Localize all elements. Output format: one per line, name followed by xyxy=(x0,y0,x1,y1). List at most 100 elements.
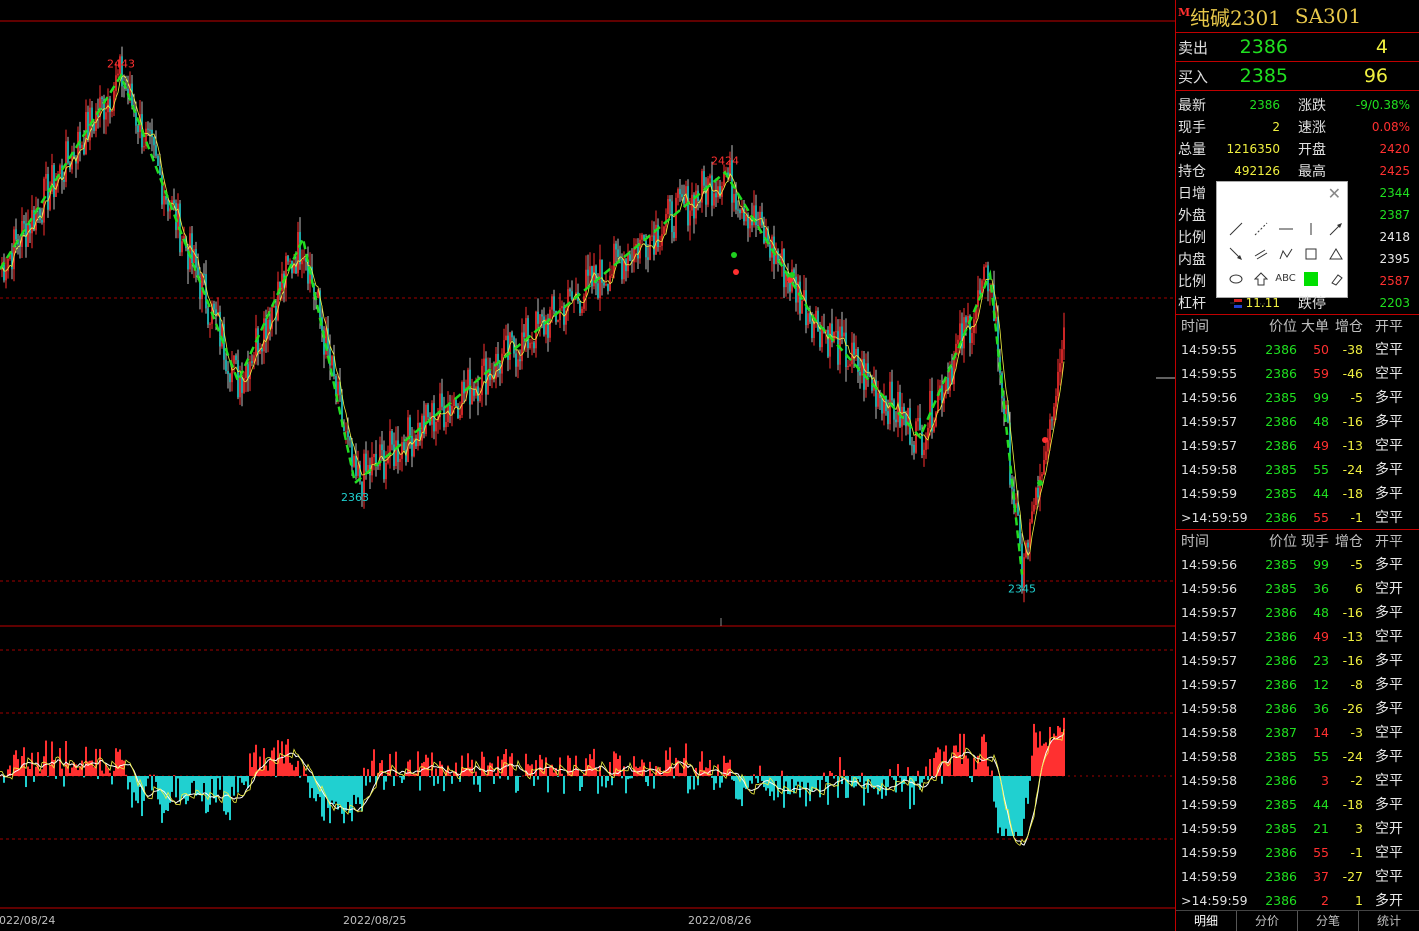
candle-body xyxy=(265,318,267,339)
macd-bar xyxy=(289,762,291,776)
table-row[interactable]: 14:59:56 2385 99 -5 多平 xyxy=(1176,385,1419,409)
macd-bar xyxy=(905,776,907,781)
table-row[interactable]: 14:59:56 2385 99 -5 多平 xyxy=(1176,552,1419,576)
macd-bar xyxy=(1051,740,1053,776)
candle-body xyxy=(917,417,919,422)
candle-body xyxy=(417,422,419,447)
candle-body xyxy=(355,455,357,476)
candle-body xyxy=(383,450,385,480)
big-order-table[interactable]: 时间 价位 大单 增仓 开平 14:59:55 2386 50 -38 空平 14:59:55 238… xyxy=(1176,314,1419,529)
macd-bar xyxy=(613,751,615,776)
table-cell: -5 xyxy=(1350,389,1363,405)
table-row[interactable]: 14:59:59 2386 55 -1 空平 xyxy=(1176,840,1419,864)
candle-body xyxy=(293,264,295,274)
candle-body xyxy=(525,318,527,338)
macd-bar xyxy=(813,776,815,789)
macd-bar xyxy=(233,776,235,796)
macd-bar xyxy=(933,757,935,776)
stat-row: 持仓 492126 最高 2425 xyxy=(1176,160,1419,182)
candlestick-chart[interactable]: 2443 2424 2363 2345 2022/08/24 2022/08/25 2022… xyxy=(0,0,1175,931)
table-row[interactable]: 14:59:59 2385 21 3 空开 xyxy=(1176,816,1419,840)
table-row[interactable]: 14:59:58 2385 55 -24 多平 xyxy=(1176,457,1419,481)
tab-3[interactable]: 统计 xyxy=(1359,911,1419,931)
table-row[interactable]: 14:59:59 2385 44 -18 多平 xyxy=(1176,792,1419,816)
macd-bar xyxy=(211,776,213,779)
table-row[interactable]: >14:59:59 2386 2 1 多开 xyxy=(1176,888,1419,912)
table-row[interactable]: 14:59:57 2386 48 -16 多平 xyxy=(1176,409,1419,433)
macd-bar xyxy=(39,773,41,776)
table-row[interactable]: 14:59:57 2386 48 -16 多平 xyxy=(1176,600,1419,624)
candle-body xyxy=(473,389,475,396)
candle-body xyxy=(1059,363,1061,372)
table-row[interactable]: 14:59:58 2387 14 -3 空平 xyxy=(1176,720,1419,744)
candle-body xyxy=(299,232,301,265)
table-row[interactable]: 14:59:56 2385 36 6 空开 xyxy=(1176,576,1419,600)
table-row[interactable]: >14:59:59 2386 55 -1 空平 xyxy=(1176,505,1419,529)
macd-bar xyxy=(205,776,207,814)
stat-value: 11.11 xyxy=(1245,296,1280,310)
candle-body xyxy=(155,145,157,156)
macd-bar xyxy=(133,776,135,793)
tab-1[interactable]: 分价 xyxy=(1237,911,1298,931)
table-cell: 2385 xyxy=(1265,389,1297,405)
table-row[interactable]: 14:59:57 2386 49 -13 空平 xyxy=(1176,433,1419,457)
macd-bar xyxy=(967,758,969,776)
table-row[interactable]: 14:59:59 2386 37 -27 空平 xyxy=(1176,864,1419,888)
macd-bar xyxy=(153,774,155,776)
macd-bar xyxy=(829,770,831,776)
candle-body xyxy=(173,200,175,204)
macd-bar xyxy=(339,776,341,805)
candle-body xyxy=(771,236,773,258)
table-row[interactable]: 14:59:58 2385 55 -24 多平 xyxy=(1176,744,1419,768)
table-row[interactable]: 14:59:59 2385 44 -18 多平 xyxy=(1176,481,1419,505)
table-row[interactable]: 14:59:58 2386 36 -26 多平 xyxy=(1176,696,1419,720)
stat-value: 0.08% xyxy=(1371,120,1410,134)
table-row[interactable]: 14:59:55 2386 50 -38 空平 xyxy=(1176,337,1419,361)
stat-label: 跌停 xyxy=(1298,296,1326,312)
table-cell: -46 xyxy=(1342,365,1363,381)
macd-bar xyxy=(749,776,751,781)
table-cell: 14:59:57 xyxy=(1181,437,1238,453)
macd-bar xyxy=(95,748,97,776)
tick-detail-table[interactable]: 时间 价位 现手 增仓 开平 14:59:56 2385 99 -5 多平 14:59:56 2385… xyxy=(1176,529,1419,912)
candle-body xyxy=(505,335,507,341)
table-row[interactable]: 14:59:55 2386 59 -46 空平 xyxy=(1176,361,1419,385)
macd-bar xyxy=(517,776,519,791)
candle-body xyxy=(675,197,677,238)
table-cell: 49 xyxy=(1313,437,1329,453)
table-cell: 2386 xyxy=(1265,892,1297,908)
table-cell: 14:59:56 xyxy=(1181,556,1238,572)
tab-0[interactable]: 明细 xyxy=(1176,911,1237,931)
table-cell: 2387 xyxy=(1265,724,1297,740)
candle-body xyxy=(855,348,857,355)
candle-body xyxy=(817,310,819,332)
macd-bar xyxy=(835,775,837,776)
table-cell: 2386 xyxy=(1265,652,1297,668)
tab-2[interactable]: 分笔 xyxy=(1298,911,1359,931)
candle-body xyxy=(143,146,145,148)
candle-body xyxy=(537,311,539,324)
candle-body xyxy=(735,193,737,210)
candle-body xyxy=(723,173,725,187)
macd-bar xyxy=(701,751,703,776)
table-row[interactable]: 14:59:57 2386 49 -13 空平 xyxy=(1176,624,1419,648)
macd-bar xyxy=(827,776,829,805)
macd-bar xyxy=(411,774,413,776)
table-row[interactable]: 14:59:58 2386 3 -2 空平 xyxy=(1176,768,1419,792)
macd-bar xyxy=(857,776,859,780)
macd-bar xyxy=(259,756,261,776)
candle-body xyxy=(443,406,445,428)
candle-body xyxy=(1053,406,1055,421)
macd-bar xyxy=(1045,742,1047,776)
macd-bar xyxy=(17,759,19,776)
macd-bar xyxy=(625,776,627,794)
table-cell: 2385 xyxy=(1265,485,1297,501)
table-row[interactable]: 14:59:57 2386 23 -16 多平 xyxy=(1176,648,1419,672)
candle-body xyxy=(151,129,153,138)
table-row[interactable]: 14:59:57 2386 12 -8 多平 xyxy=(1176,672,1419,696)
pivot-label: 2443 xyxy=(107,58,135,71)
candle-body xyxy=(455,399,457,406)
macd-bar xyxy=(621,776,623,779)
macd-bar xyxy=(77,770,79,776)
macd-bar xyxy=(807,776,809,783)
